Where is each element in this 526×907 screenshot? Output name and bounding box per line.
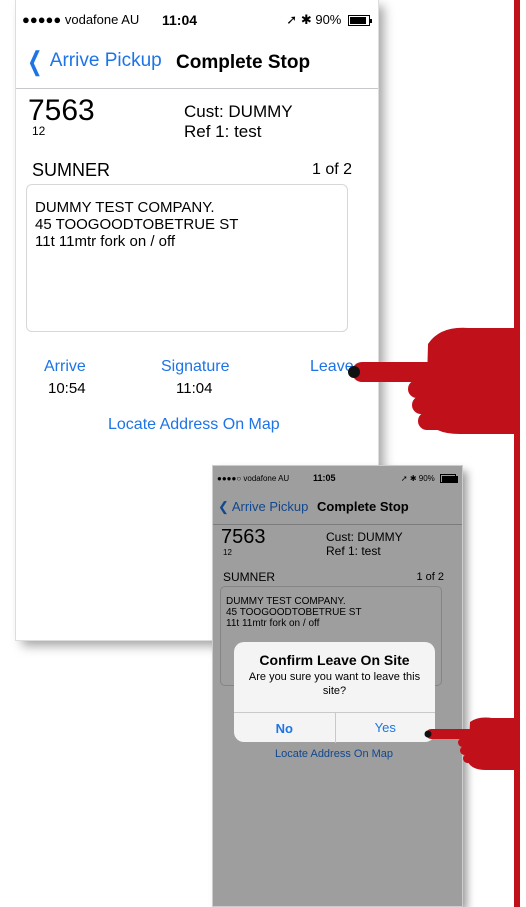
arrive-time: 10:54 bbox=[48, 380, 86, 397]
locate-address-link[interactable]: Locate Address On Map bbox=[108, 416, 280, 434]
site-name: SUMNER bbox=[32, 160, 111, 180]
nav-bar: ❮ Arrive Pickup Complete Stop bbox=[16, 36, 378, 89]
location-icon: ➚ bbox=[286, 12, 298, 27]
address-box: DUMMY TEST COMPANY. 45 TOOGOODTOBETRUE S… bbox=[26, 184, 348, 332]
back-label: Arrive Pickup bbox=[49, 50, 162, 71]
signature-time: 11:04 bbox=[176, 380, 213, 397]
pointing-hand-icon bbox=[348, 327, 516, 434]
address-line: 45 TOOGOODTOBETRUE ST bbox=[35, 216, 239, 233]
job-number: 7563 bbox=[28, 94, 95, 127]
no-button[interactable]: No bbox=[234, 721, 335, 736]
status-bar: ●●●●● vodafone AU 11:04 ➚ ✱ 90% bbox=[16, 0, 378, 36]
customer-label: Cust: DUMMY bbox=[184, 102, 293, 121]
phone-screen-confirm-leave: ●●●●○ vodafone AU 11:05 ➚ ✱ 90% ❮ Arrive… bbox=[213, 466, 462, 906]
battery-percent: 90% bbox=[315, 12, 342, 27]
reference-label: Ref 1: test bbox=[184, 122, 262, 141]
back-button[interactable]: ❮ Arrive Pickup bbox=[24, 46, 162, 76]
dialog-message: Are you sure you want to leave this site… bbox=[248, 671, 421, 697]
chevron-left-icon: ❮ bbox=[27, 46, 43, 76]
signature-button[interactable]: Signature bbox=[161, 358, 230, 376]
job-sub-number: 12 bbox=[32, 124, 46, 138]
battery-indicator: ➚ ✱ 90% bbox=[286, 12, 372, 28]
carrier-label: ●●●●● vodafone AU bbox=[22, 12, 140, 27]
bluetooth-icon: ✱ bbox=[300, 12, 312, 27]
pointing-hand-icon bbox=[424, 717, 516, 770]
page-title: Complete Stop bbox=[176, 52, 311, 73]
clock: 11:04 bbox=[162, 12, 198, 28]
dialog-buttons: No Yes bbox=[234, 712, 435, 743]
stop-pager: 1 of 2 bbox=[311, 161, 352, 178]
address-line: 11t 11mtr fork on / off bbox=[35, 233, 176, 250]
dialog-title: Confirm Leave On Site bbox=[259, 652, 410, 668]
battery-icon bbox=[348, 15, 372, 27]
confirm-leave-dialog: Confirm Leave On Site Are you sure you w… bbox=[234, 642, 435, 743]
address-line: DUMMY TEST COMPANY. bbox=[35, 199, 215, 216]
arrive-button[interactable]: Arrive bbox=[44, 358, 86, 376]
